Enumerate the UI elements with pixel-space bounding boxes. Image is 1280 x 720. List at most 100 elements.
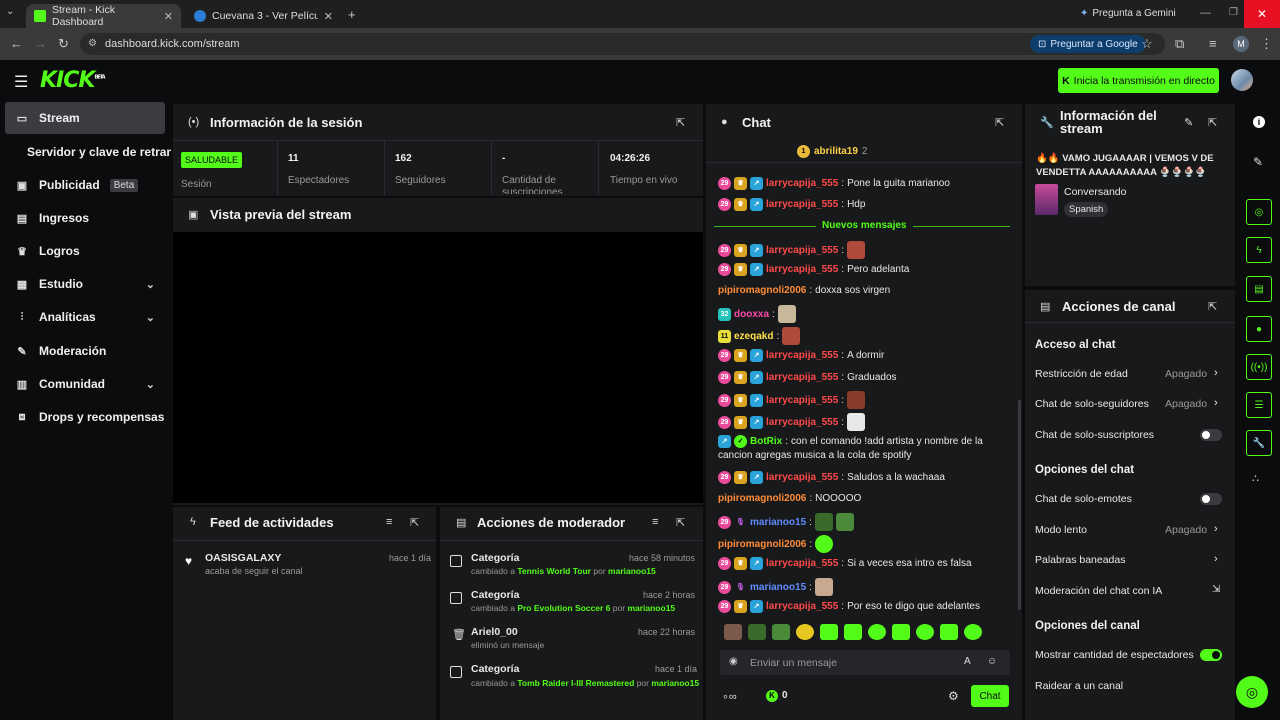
site-info-icon[interactable]: ⚙ <box>88 38 97 49</box>
forward-icon[interactable]: → <box>34 36 47 51</box>
desc-mod[interactable]: marianoo15 <box>651 678 699 688</box>
emote-icon[interactable] <box>796 624 814 640</box>
chat-message[interactable]: 29 ♛ ↗ larrycapija_555: Pero adelanta <box>718 263 909 276</box>
external-link-icon[interactable]: ⇲ <box>1212 584 1220 595</box>
chat-message[interactable]: 29 ♛ ↗ larrycapija_555: Si a veces esa int… <box>718 557 972 570</box>
stream-category[interactable]: Conversando <box>1064 186 1126 198</box>
sidebar-item-server-key[interactable]: Servidor y clave de retransmisión <box>5 136 171 168</box>
desc-target[interactable]: Tennis World Tour <box>517 566 591 576</box>
followers-only-label[interactable]: Chat de solo-seguidores <box>1035 398 1149 410</box>
list-icon[interactable]: ☰ <box>1246 392 1272 418</box>
emote-icon[interactable] <box>940 624 958 640</box>
edit-pencil-icon[interactable]: ✎ <box>1253 155 1263 169</box>
close-window-icon[interactable]: ✕ <box>1244 0 1280 28</box>
tab-kick-dashboard[interactable]: Stream - Kick Dashboard ✕ <box>26 4 181 28</box>
chat-username[interactable]: marianoo15 <box>750 517 806 528</box>
sidebar-item-analytics[interactable]: ⫶ Analíticas ⌄ <box>5 301 165 333</box>
chat-username[interactable]: larrycapija_555 <box>766 245 838 256</box>
chat-username[interactable]: pipiromagnoli2006 <box>718 285 806 296</box>
chat-message[interactable]: 11 ezeqakd: <box>718 327 801 345</box>
new-tab-icon[interactable]: + <box>348 7 356 22</box>
chat-username[interactable]: larrycapija_555 <box>766 350 838 361</box>
chat-message[interactable]: 29 ♛ ↗ larrycapija_555: Pone la guita mari… <box>718 177 950 190</box>
age-restriction-label[interactable]: Restricción de edad <box>1035 368 1128 380</box>
minimize-icon[interactable]: — <box>1200 7 1211 19</box>
maximize-icon[interactable]: ❐ <box>1229 7 1238 18</box>
close-tab-icon[interactable]: ✕ <box>324 10 333 23</box>
ai-moderation-label[interactable]: Moderación del chat con IA <box>1035 585 1162 597</box>
sidebar-item-ads[interactable]: ▣ Publicidad Beta <box>5 169 165 201</box>
chat-message[interactable]: pipiromagnoli2006: NOOOOO <box>718 493 861 504</box>
chat-username[interactable]: BotRix <box>750 436 782 447</box>
user-avatar[interactable] <box>1231 69 1253 91</box>
extensions-icon[interactable]: ⧉ <box>1175 36 1184 52</box>
emote-icon[interactable] <box>892 624 910 640</box>
chat-message[interactable]: 29 🎙 marianoo15: <box>718 578 833 596</box>
wrench-icon[interactable]: 🔧 <box>1246 430 1272 456</box>
emote-icon[interactable] <box>820 624 838 640</box>
support-headset-icon[interactable]: ◎ <box>1236 676 1268 708</box>
url-text[interactable]: dashboard.kick.com/stream <box>105 38 240 50</box>
profile-avatar[interactable]: M <box>1233 36 1249 52</box>
chat-username[interactable]: larrycapija_555 <box>766 178 838 189</box>
modaction-title[interactable]: Ariel0_00 <box>471 626 518 638</box>
popout-icon[interactable]: ⇱ <box>995 116 1004 129</box>
emote-icon[interactable] <box>964 624 982 640</box>
show-viewers-toggle[interactable] <box>1200 649 1222 661</box>
sidebar-item-income[interactable]: ▤ Ingresos <box>5 202 165 234</box>
slow-mode-label[interactable]: Modo lento <box>1035 524 1087 536</box>
banned-words-label[interactable]: Palabras baneadas <box>1035 554 1126 566</box>
bookmark-star-icon[interactable]: ☆ <box>1141 36 1153 52</box>
desc-target[interactable]: Pro Evolution Soccer 6 <box>517 603 610 613</box>
emote-icon[interactable] <box>868 624 886 640</box>
chat-settings-gear-icon[interactable]: ⚙ <box>948 689 959 703</box>
sidebar-item-studio[interactable]: ▦ Estudio ⌄ <box>5 268 165 300</box>
popout-icon[interactable]: ⇱ <box>676 516 685 529</box>
gemini-button[interactable]: ✦ Pregunta a Gemini <box>1080 8 1176 19</box>
pinned-gifter[interactable]: 1 abrilita19 2 <box>797 145 867 158</box>
focus-icon[interactable]: ◎ <box>1246 199 1272 225</box>
quick-emote-bar[interactable] <box>724 624 982 640</box>
feed-user[interactable]: OASISGALAXY <box>205 552 281 564</box>
emote-icon[interactable] <box>748 624 766 640</box>
tab-cuevana[interactable]: Cuevana 3 - Ver Películas Gratis ✕ <box>186 4 341 28</box>
chat-username[interactable]: larrycapija_555 <box>766 372 838 383</box>
chat-message[interactable]: ↗ ✓ BotRix: con el comando !add artista y… <box>718 435 983 448</box>
kick-logo[interactable]: KICKBETA <box>40 68 106 93</box>
chevron-right-icon[interactable]: › <box>1214 553 1218 565</box>
raid-channel-label[interactable]: Raidear a un canal <box>1035 680 1123 692</box>
close-tab-icon[interactable]: ✕ <box>164 10 173 23</box>
reload-icon[interactable]: ↻ <box>58 36 69 52</box>
popout-icon[interactable]: ⇱ <box>1208 300 1217 313</box>
filter-icon[interactable]: ≡ <box>386 516 392 528</box>
desc-mod[interactable]: marianoo15 <box>608 566 656 576</box>
sidebar-item-community[interactable]: ▥ Comunidad ⌄ <box>5 368 165 400</box>
sidebar-item-moderation[interactable]: ✎ Moderación <box>5 335 165 367</box>
emote-icon[interactable] <box>844 624 862 640</box>
lightning-icon[interactable]: ϟ <box>1246 237 1272 263</box>
chat-message[interactable]: pipiromagnoli2006: <box>718 535 834 553</box>
chat-message[interactable]: 29 🎙 marianoo15: <box>718 513 854 531</box>
chat-username[interactable]: pipiromagnoli2006 <box>718 539 806 550</box>
chat-bubble-icon[interactable]: ● <box>1246 316 1272 342</box>
tab-list-icon[interactable]: ⌄ <box>6 6 14 17</box>
chat-username[interactable]: larrycapija_555 <box>766 472 838 483</box>
chevron-right-icon[interactable]: › <box>1214 397 1218 409</box>
ask-google-button[interactable]: ⊡ Preguntar a Google <box>1030 35 1146 53</box>
stream-preview-video[interactable] <box>173 232 703 503</box>
chat-username[interactable]: larrycapija_555 <box>766 417 838 428</box>
chat-username[interactable]: dooxxa <box>734 309 769 320</box>
chat-message[interactable]: 29 ♛ ↗ larrycapija_555: Graduados <box>718 371 897 384</box>
popout-icon[interactable]: ⇱ <box>410 516 419 529</box>
menu-kebab-icon[interactable]: ⋮ <box>1260 36 1273 52</box>
desc-target[interactable]: Tomb Raider I-III Remastered <box>517 678 634 688</box>
chat-username[interactable]: larrycapija_555 <box>766 395 838 406</box>
chat-username[interactable]: marianoo15 <box>750 582 806 593</box>
chat-message[interactable]: 29 ♛ ↗ larrycapija_555: <box>718 391 866 409</box>
chat-username[interactable]: pipiromagnoli2006 <box>718 493 806 504</box>
back-icon[interactable]: ← <box>10 36 23 51</box>
chat-username[interactable]: larrycapija_555 <box>766 558 838 569</box>
sidebar-item-achievements[interactable]: ♛ Logros <box>5 235 165 267</box>
send-chat-button[interactable]: Chat <box>971 685 1009 707</box>
chat-message[interactable]: 29 ♛ ↗ larrycapija_555: <box>718 413 866 431</box>
